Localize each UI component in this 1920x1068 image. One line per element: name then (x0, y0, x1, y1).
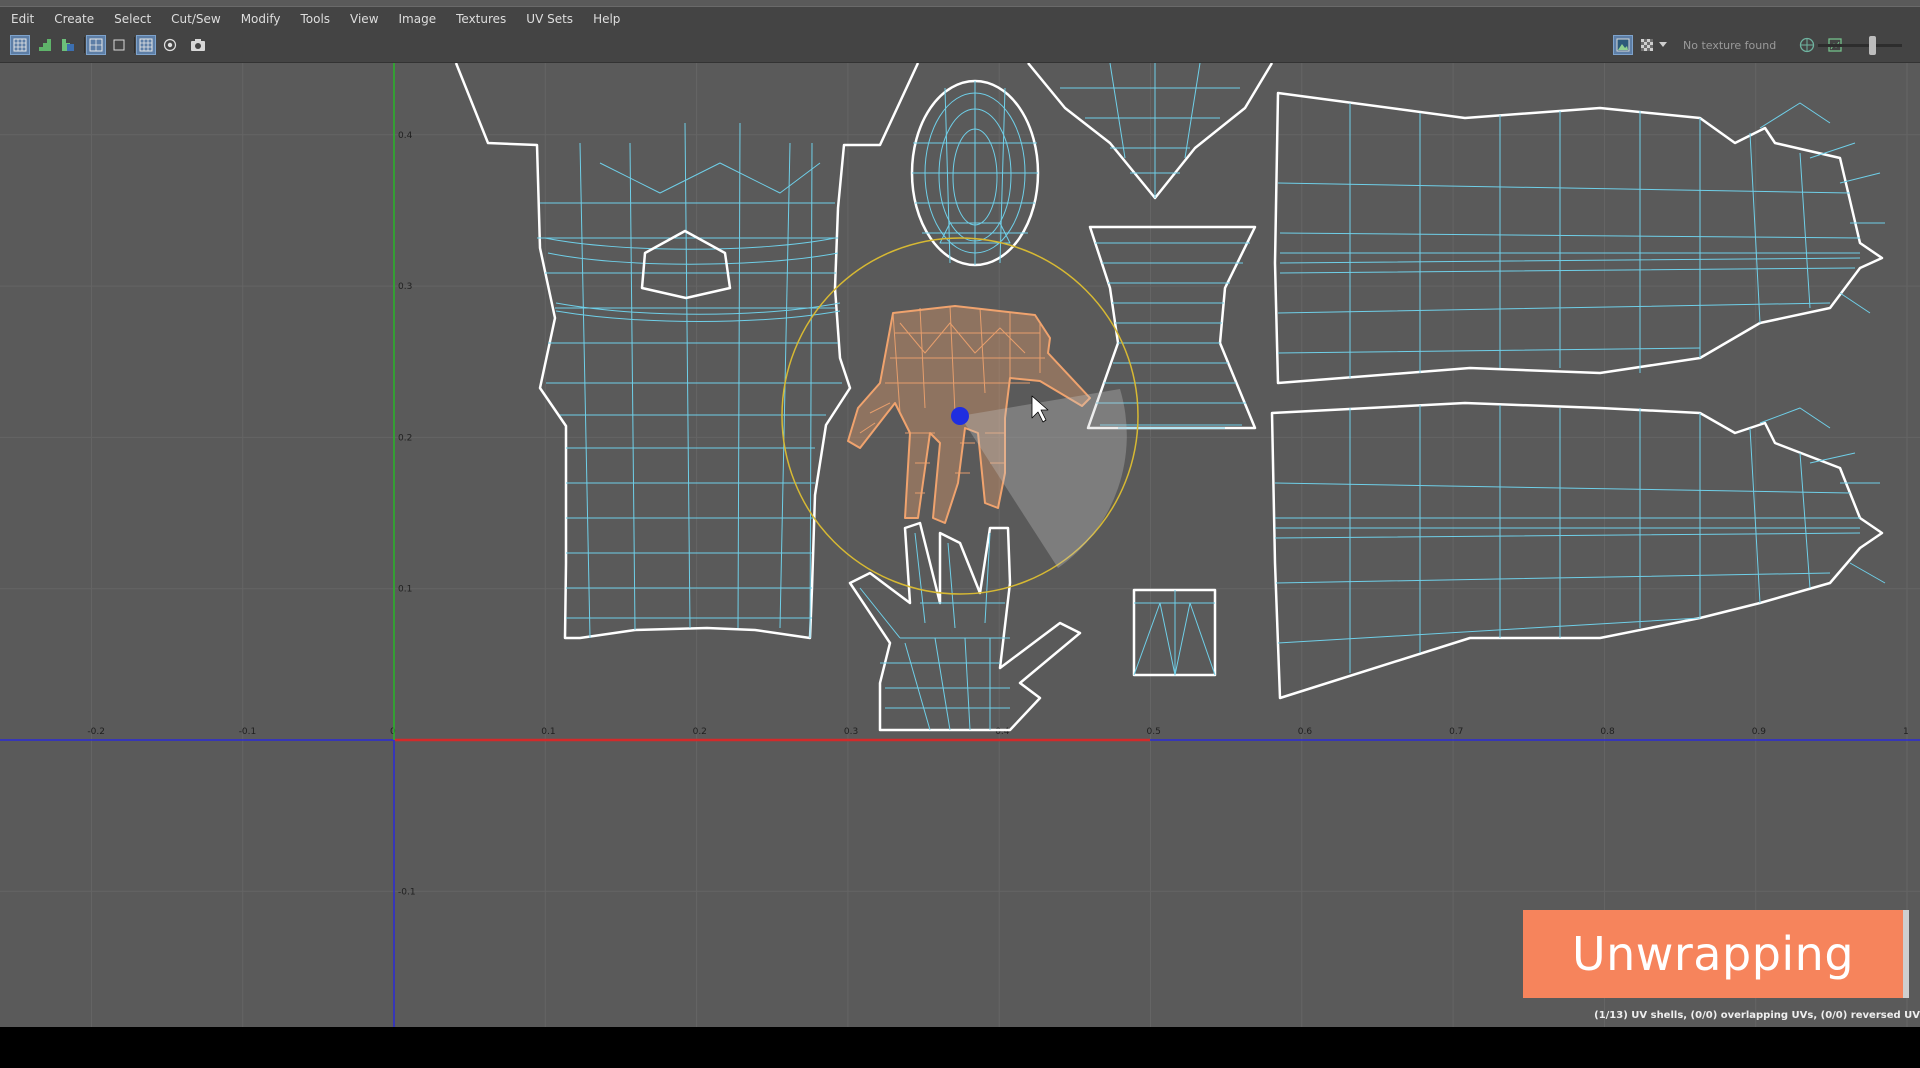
u-tick-label: 0.7 (1449, 727, 1463, 737)
stair-up-icon[interactable] (36, 36, 54, 54)
u-tick-label: 0.8 (1600, 727, 1615, 737)
uv-globe-icon[interactable] (1798, 36, 1816, 54)
texture-status-label: No texture found (1683, 39, 1777, 52)
u-tick-label: 0.9 (1752, 727, 1767, 737)
image-display-icon[interactable] (1613, 35, 1633, 55)
v-tick-label: 0.4 (398, 131, 413, 141)
texture-circle-icon[interactable] (161, 36, 179, 54)
dropdown-arrow-icon[interactable] (1657, 36, 1669, 54)
uv-viewport[interactable]: -0.2 -0.1 0 0.1 0.2 0.3 0.4 0.5 0.6 0.7 0.8 0.9 1 0.4… (0, 63, 1920, 1027)
v-tick-label: 0.2 (398, 433, 412, 443)
checker-pattern-icon[interactable] (1638, 36, 1656, 54)
uv-toolbar: No texture found (0, 29, 1920, 63)
uv-grid-icon[interactable] (10, 35, 30, 55)
menu-cut-sew[interactable]: Cut/Sew (160, 12, 230, 26)
hand-uv-shell (848, 521, 1082, 732)
menu-help[interactable]: Help (582, 12, 629, 26)
v-tick-label: 0.1 (398, 585, 412, 595)
v-tick-label: 0.3 (398, 282, 412, 292)
u-tick-label: 0.5 (1147, 727, 1161, 737)
menu-modify[interactable]: Modify (230, 12, 290, 26)
u-tick-label: 0.1 (541, 727, 555, 737)
arm-uv-shell-upper (1273, 91, 1885, 385)
uv-canvas[interactable]: -0.2 -0.1 0 0.1 0.2 0.3 0.4 0.5 0.6 0.7 0.8 0.9 1 0.4… (0, 63, 1920, 1027)
menu-select[interactable]: Select (103, 12, 160, 26)
checker-view-icon[interactable] (86, 35, 106, 55)
u-tick-label: -0.1 (239, 727, 257, 737)
menu-bar: Edit Create Select Cut/Sew Modify Tools … (0, 6, 1920, 30)
zoom-slider-track[interactable] (1818, 44, 1902, 47)
small-uv-shell (1132, 588, 1217, 677)
arm-uv-shell-lower (1270, 401, 1886, 700)
v-tick-label: -0.1 (398, 887, 416, 897)
stair-down-icon[interactable] (59, 36, 77, 54)
u-tick-label: -0.2 (87, 727, 105, 737)
u-tick-label: 1 (1903, 727, 1909, 737)
menu-textures[interactable]: Textures (445, 12, 515, 26)
grid-toggle-icon[interactable] (136, 35, 156, 55)
menu-view[interactable]: View (339, 12, 387, 26)
rotate-pivot-handle[interactable] (951, 407, 969, 425)
u-tick-label: 0.3 (844, 727, 858, 737)
snapshot-camera-icon[interactable] (189, 36, 207, 54)
menu-image[interactable]: Image (388, 12, 446, 26)
u-tick-label: 0.6 (1298, 727, 1313, 737)
u-tick-label: 0.4 (995, 727, 1010, 737)
u-tick-label: 0 (390, 727, 396, 737)
u-tick-label: 0.2 (693, 727, 707, 737)
uv-status-line: (1/13) UV shells, (0/0) overlapping UVs,… (1594, 1010, 1920, 1021)
head-uv-shell (910, 79, 1040, 267)
menu-tools[interactable]: Tools (289, 12, 339, 26)
menu-create[interactable]: Create (43, 12, 103, 26)
menu-edit[interactable]: Edit (0, 12, 43, 26)
torso-uv-shell (454, 63, 920, 640)
zoom-slider-handle[interactable] (1869, 36, 1876, 55)
menu-uv-sets[interactable]: UV Sets (515, 12, 582, 26)
uv-tick-labels: -0.2 -0.1 0 0.1 0.2 0.3 0.4 0.5 0.6 0.7 0.8 0.9 1 0.4… (87, 131, 1909, 897)
uv-shells (454, 63, 1886, 732)
uv-editor-window: Edit Create Select Cut/Sew Modify Tools … (0, 0, 1920, 1027)
grid-single-icon[interactable] (110, 36, 128, 54)
unwrapping-title-card: Unwrapping (1523, 910, 1909, 998)
